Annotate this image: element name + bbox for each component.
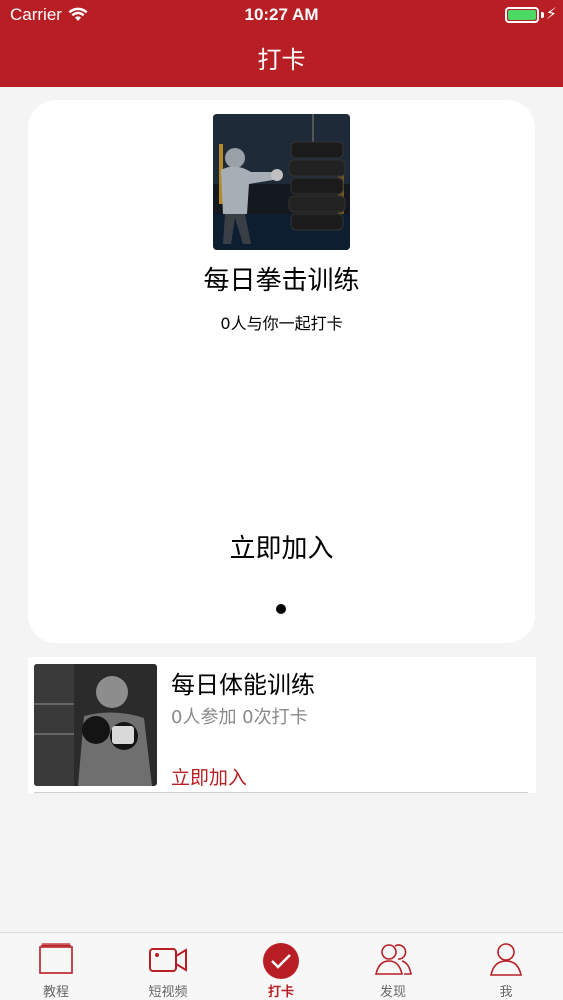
fitness-training-image <box>34 664 157 786</box>
checkmark-icon <box>261 941 301 979</box>
battery-cap <box>541 12 544 18</box>
featured-join-button[interactable]: 立即加入 <box>28 528 535 565</box>
tab-me[interactable]: 我 <box>450 933 562 1000</box>
tab-label: 打卡 <box>267 985 294 1000</box>
divider <box>34 792 528 793</box>
tab-tutorial[interactable]: 教程 <box>0 933 112 1000</box>
featured-title: 每日拳击训练 <box>203 266 360 296</box>
tab-label: 短视频 <box>148 985 188 1000</box>
tab-label: 发现 <box>379 985 406 1000</box>
people-icon <box>373 941 413 977</box>
battery-icon <box>505 7 539 23</box>
tab-discover[interactable]: 发现 <box>337 933 449 1000</box>
clock: 10:27 AM <box>244 5 319 24</box>
tab-label: 教程 <box>42 985 69 1000</box>
list-item-title: 每日体能训练 <box>171 671 315 699</box>
tab-bar: 教程 短视频 打卡 发现 我 <box>0 932 563 1000</box>
featured-checkin-card[interactable]: 每日拳击训练 0人与你一起打卡 立即加入 <box>28 100 535 643</box>
person-icon <box>486 941 526 977</box>
book-icon <box>36 941 76 977</box>
tab-checkin[interactable]: 打卡 <box>225 933 337 1000</box>
nav-header: Carrier 10:27 AM ⚡ 打卡 <box>0 0 563 87</box>
page-indicator-dot <box>276 604 286 614</box>
page-title: 打卡 <box>257 46 306 74</box>
tab-short-video[interactable]: 短视频 <box>112 933 224 1000</box>
charging-bolt-icon: ⚡ <box>545 4 557 23</box>
list-item-join-button[interactable]: 立即加入 <box>171 763 247 790</box>
featured-participants: 0人与你一起打卡 <box>220 314 343 333</box>
video-camera-icon <box>148 941 188 977</box>
list-item[interactable]: 每日体能训练 0人参加 0次打卡 立即加入 <box>28 657 536 793</box>
list-item-stats: 0人参加 0次打卡 <box>171 707 308 728</box>
boxing-training-image <box>213 114 350 250</box>
status-bar: Carrier 10:27 AM ⚡ <box>0 0 563 30</box>
tab-label: 我 <box>499 985 513 1000</box>
